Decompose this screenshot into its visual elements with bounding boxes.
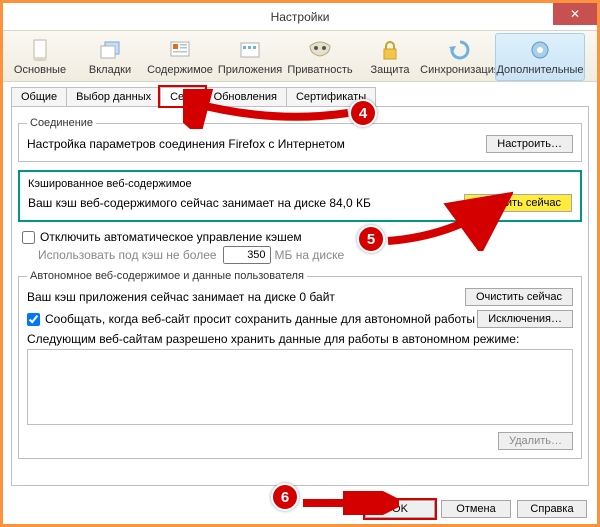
offline-legend: Автономное веб-содержимое и данные польз… — [27, 270, 307, 282]
gear-icon — [528, 38, 552, 62]
cache-auto-label: Отключить автоматическое управление кэше… — [40, 230, 302, 244]
category-toolbar: Основные Вкладки Содержимое Приложения П… — [3, 31, 597, 82]
cache-limit-input[interactable] — [223, 246, 271, 264]
toolbar-general[interactable]: Основные — [5, 33, 75, 81]
offline-site-list[interactable] — [27, 349, 573, 425]
window-title: Настройки — [271, 10, 330, 24]
offline-notify-label: Сообщать, когда веб-сайт просит сохранит… — [45, 312, 475, 326]
toolbar-apps[interactable]: Приложения — [215, 33, 285, 81]
arrow-4 — [183, 89, 353, 129]
toolbar-security[interactable]: Защита — [355, 33, 425, 81]
toolbar-label: Приложения — [218, 64, 282, 76]
toolbar-label: Вкладки — [89, 64, 131, 76]
step-marker-6: 6 — [271, 483, 299, 511]
cache-title: Кэшированное веб-содержимое — [28, 178, 572, 190]
general-icon — [28, 38, 52, 62]
lock-icon — [378, 38, 402, 62]
cache-limit-prefix: Использовать под кэш не более — [38, 248, 217, 262]
arrow-5 — [383, 191, 513, 251]
title-bar: Настройки ✕ — [3, 3, 597, 31]
tab-panel: Соединение Настройка параметров соединен… — [11, 106, 589, 486]
toolbar-label: Основные — [14, 64, 66, 76]
offline-clear-button[interactable]: Очистить сейчас — [465, 288, 573, 306]
cancel-button[interactable]: Отмена — [441, 500, 511, 518]
cache-auto-checkbox[interactable] — [22, 231, 35, 244]
toolbar-label: Приватность — [287, 64, 352, 76]
close-button[interactable]: ✕ — [553, 3, 597, 25]
toolbar-advanced[interactable]: Дополнительные — [495, 33, 585, 81]
subtab-datachoices[interactable]: Выбор данных — [66, 87, 161, 106]
offline-notify-checkbox[interactable] — [27, 313, 40, 326]
step-marker-5: 5 — [357, 225, 385, 253]
offline-exceptions-button[interactable]: Исключения… — [477, 310, 573, 328]
toolbar-sync[interactable]: Синхронизация — [425, 33, 495, 81]
connection-text: Настройка параметров соединения Firefox … — [27, 137, 345, 151]
offline-text: Ваш кэш приложения сейчас занимает на ди… — [27, 290, 335, 304]
arrow-6 — [299, 491, 399, 515]
sync-icon — [448, 38, 472, 62]
toolbar-tabs[interactable]: Вкладки — [75, 33, 145, 81]
toolbar-label: Синхронизация — [420, 64, 500, 76]
toolbar-label: Дополнительные — [496, 64, 583, 76]
offline-group: Автономное веб-содержимое и данные польз… — [18, 270, 582, 459]
content-icon — [168, 38, 192, 62]
toolbar-privacy[interactable]: Приватность — [285, 33, 355, 81]
cache-text: Ваш кэш веб-содержимого сейчас занимает … — [28, 196, 371, 210]
toolbar-label: Содержимое — [147, 64, 213, 76]
step-marker-4: 4 — [349, 99, 377, 127]
connection-legend: Соединение — [27, 117, 96, 129]
connection-settings-button[interactable]: Настроить… — [486, 135, 573, 153]
tabs-icon — [98, 38, 122, 62]
toolbar-content[interactable]: Содержимое — [145, 33, 215, 81]
cache-limit-suffix: МБ на диске — [275, 248, 345, 262]
help-button[interactable]: Справка — [517, 500, 587, 518]
offline-list-label: Следующим веб-сайтам разрешено хранить д… — [27, 332, 573, 346]
apps-icon — [238, 38, 262, 62]
toolbar-label: Защита — [371, 64, 410, 76]
subtab-general[interactable]: Общие — [11, 87, 67, 106]
offline-delete-button[interactable]: Удалить… — [498, 432, 573, 450]
mask-icon — [308, 38, 332, 62]
close-icon: ✕ — [570, 7, 580, 21]
